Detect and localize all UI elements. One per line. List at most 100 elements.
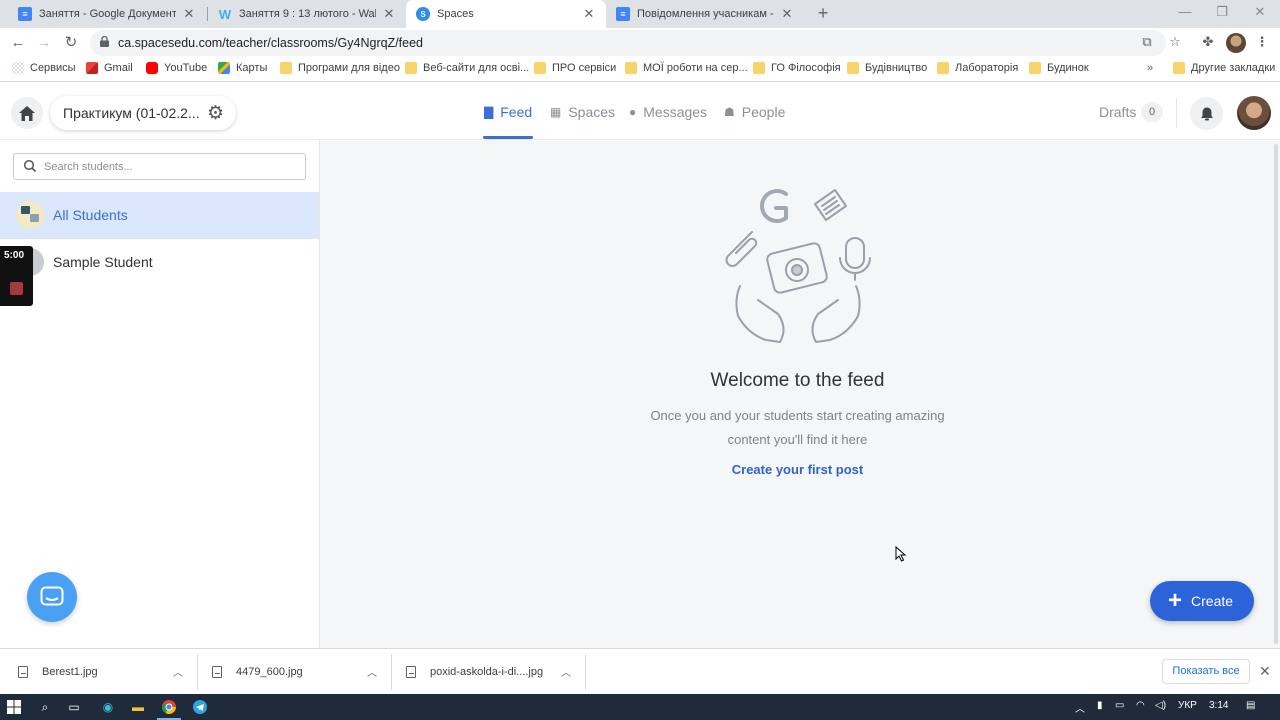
folder-icon xyxy=(1173,62,1185,74)
download-divider xyxy=(197,654,198,690)
tab-messages[interactable]: ● Messages xyxy=(629,104,707,120)
close-tab-icon[interactable]: ✕ xyxy=(382,6,396,22)
tray-chevron-icon[interactable]: ︿ xyxy=(1075,700,1085,715)
maps-icon xyxy=(218,62,230,74)
folder-icon xyxy=(847,62,859,74)
file-explorer-icon[interactable]: ▬ xyxy=(130,699,146,715)
bookmarks-overflow-button[interactable]: » xyxy=(1147,62,1153,74)
battery-icon[interactable]: ▭ xyxy=(1115,700,1124,711)
folder-icon xyxy=(753,62,765,74)
folder-icon xyxy=(405,62,417,74)
language-indicator[interactable]: УКР xyxy=(1178,700,1197,711)
create-first-post-link[interactable]: Create your first post xyxy=(660,462,935,477)
feed-title: Welcome to the feed xyxy=(710,370,885,391)
search-students-input[interactable] xyxy=(44,158,294,176)
windows-start-icon[interactable] xyxy=(6,699,22,715)
extensions-icon[interactable]: ✤ xyxy=(1199,34,1217,50)
scrollbar[interactable] xyxy=(1274,144,1278,644)
search-icon[interactable]: ⌕ xyxy=(37,699,53,715)
bookmark-folder[interactable]: Лабораторія xyxy=(937,62,1018,74)
drafts-link[interactable]: Drafts xyxy=(1099,104,1136,120)
close-window-icon[interactable]: ✕ xyxy=(1252,4,1268,20)
mouse-cursor-icon xyxy=(895,546,907,562)
bookmark[interactable]: Сервисы xyxy=(12,62,76,74)
edge-icon[interactable]: ◉ xyxy=(100,699,116,715)
browser-tab[interactable]: ≡ Повідомлення учасникам - Goo ✕ xyxy=(606,0,804,28)
stop-icon[interactable] xyxy=(10,282,23,295)
bookmark-folder[interactable]: МОЇ роботи на сер... xyxy=(625,62,748,74)
feed-icon: ▇ xyxy=(484,105,494,119)
gear-icon[interactable]: ⚙ xyxy=(207,102,224,125)
bookmark-folder[interactable]: Будівництво xyxy=(847,62,927,74)
telegram-icon[interactable] xyxy=(192,699,208,715)
bookmarks-bar: Сервисы Gmail YouTube Карты Програми для… xyxy=(0,58,1280,82)
browser-tab-strip: ≡ Заняття - Google Документи ✕ W Заняття… xyxy=(0,0,1280,28)
help-chat-button[interactable] xyxy=(27,572,77,622)
folder-icon xyxy=(625,62,637,74)
show-all-downloads-button[interactable]: Показать все xyxy=(1162,659,1250,684)
other-bookmarks-folder[interactable]: Другие закладки xyxy=(1173,62,1275,74)
feed-description: Once you and your students start creatin… xyxy=(650,408,945,447)
browser-tab[interactable]: ≡ Заняття - Google Документи ✕ xyxy=(8,0,206,28)
image-file-icon xyxy=(18,666,28,678)
notifications-center-icon[interactable]: ▤ xyxy=(1246,700,1255,711)
bookmark-folder[interactable]: Програми для відео xyxy=(280,62,400,74)
close-tab-icon[interactable]: ✕ xyxy=(182,6,196,22)
spaces-grid-icon: ▦ xyxy=(550,105,562,119)
bookmark[interactable]: YouTube xyxy=(146,62,207,74)
profile-avatar[interactable] xyxy=(1226,33,1246,53)
close-shelf-icon[interactable]: ✕ xyxy=(1259,663,1271,680)
browser-toolbar: ← → ↻ ca.spacesedu.com/teacher/classroom… xyxy=(0,28,1280,58)
user-avatar[interactable] xyxy=(1237,96,1271,130)
download-item[interactable]: poxid-askolda-i-di....jpg xyxy=(406,649,543,695)
clock[interactable]: 3:14 xyxy=(1209,700,1228,711)
bookmark-folder[interactable]: ПРО сервіси xyxy=(534,62,616,74)
tab-people[interactable]: ☗ People xyxy=(724,104,785,120)
student-item-all[interactable]: All Students xyxy=(0,192,319,239)
student-item[interactable]: Sample Student xyxy=(0,239,319,286)
youtube-icon xyxy=(146,62,158,74)
download-item[interactable]: Berest1.jpg xyxy=(18,649,98,695)
people-icon: ☗ xyxy=(724,105,735,119)
new-tab-button[interactable]: + xyxy=(814,3,832,24)
tab-spaces[interactable]: ▦ Spaces xyxy=(550,104,615,120)
chevron-up-icon[interactable]: ︿ xyxy=(561,664,571,679)
browser-tab-active[interactable]: S Spaces ✕ xyxy=(406,0,606,28)
back-icon[interactable]: ← xyxy=(9,33,27,53)
task-view-icon[interactable]: ▭ xyxy=(66,699,82,715)
image-file-icon xyxy=(406,666,416,678)
search-students-field[interactable] xyxy=(13,153,306,180)
create-button[interactable]: + Create xyxy=(1150,581,1254,621)
reload-icon[interactable]: ↻ xyxy=(62,33,80,53)
home-button[interactable] xyxy=(11,97,43,129)
bookmark[interactable]: Карты xyxy=(218,62,267,74)
microphone-icon[interactable]: ▮ xyxy=(1097,700,1103,711)
close-tab-icon[interactable]: ✕ xyxy=(780,6,794,22)
folder-icon xyxy=(534,62,546,74)
volume-icon[interactable]: ◁) xyxy=(1155,700,1166,711)
bookmark[interactable]: Gmail xyxy=(86,62,133,74)
forward-icon[interactable]: → xyxy=(35,33,53,53)
chevron-up-icon[interactable]: ︿ xyxy=(173,664,183,679)
bookmark-folder[interactable]: Веб-сайти для осві... xyxy=(405,62,529,74)
docs-icon: ≡ xyxy=(616,7,630,21)
download-item[interactable]: 4479_600.jpg xyxy=(212,649,303,695)
translate-icon[interactable]: ⧉ xyxy=(1138,34,1156,50)
star-icon[interactable]: ☆ xyxy=(1166,34,1184,50)
minimize-icon[interactable]: — xyxy=(1177,4,1193,19)
browser-tab[interactable]: W Заняття 9 : 13 лютого - Wakelet ✕ xyxy=(208,0,406,28)
wifi-icon[interactable]: ◠ xyxy=(1136,700,1145,711)
bookmark-folder[interactable]: ГО Філософія xyxy=(753,62,841,74)
recording-timer[interactable]: 5:00 xyxy=(0,246,33,306)
tab-feed[interactable]: ▇ Feed xyxy=(484,104,532,120)
notifications-button[interactable] xyxy=(1190,97,1223,130)
bookmark-folder[interactable]: Будинок xyxy=(1029,62,1089,74)
menu-icon[interactable]: ⋮ xyxy=(1253,34,1271,50)
app-header: Практикум (01-02.2... ⚙ ▇ Feed ▦ Spaces … xyxy=(0,86,1280,140)
chevron-up-icon[interactable]: ︿ xyxy=(367,664,377,679)
class-selector[interactable]: Практикум (01-02.2... ⚙ xyxy=(50,96,236,130)
chrome-icon[interactable] xyxy=(161,699,177,715)
restore-icon[interactable]: ❐ xyxy=(1214,4,1230,20)
address-bar[interactable]: ca.spacesedu.com/teacher/classrooms/Gy4N… xyxy=(90,30,1166,56)
close-tab-icon[interactable]: ✕ xyxy=(582,6,596,22)
